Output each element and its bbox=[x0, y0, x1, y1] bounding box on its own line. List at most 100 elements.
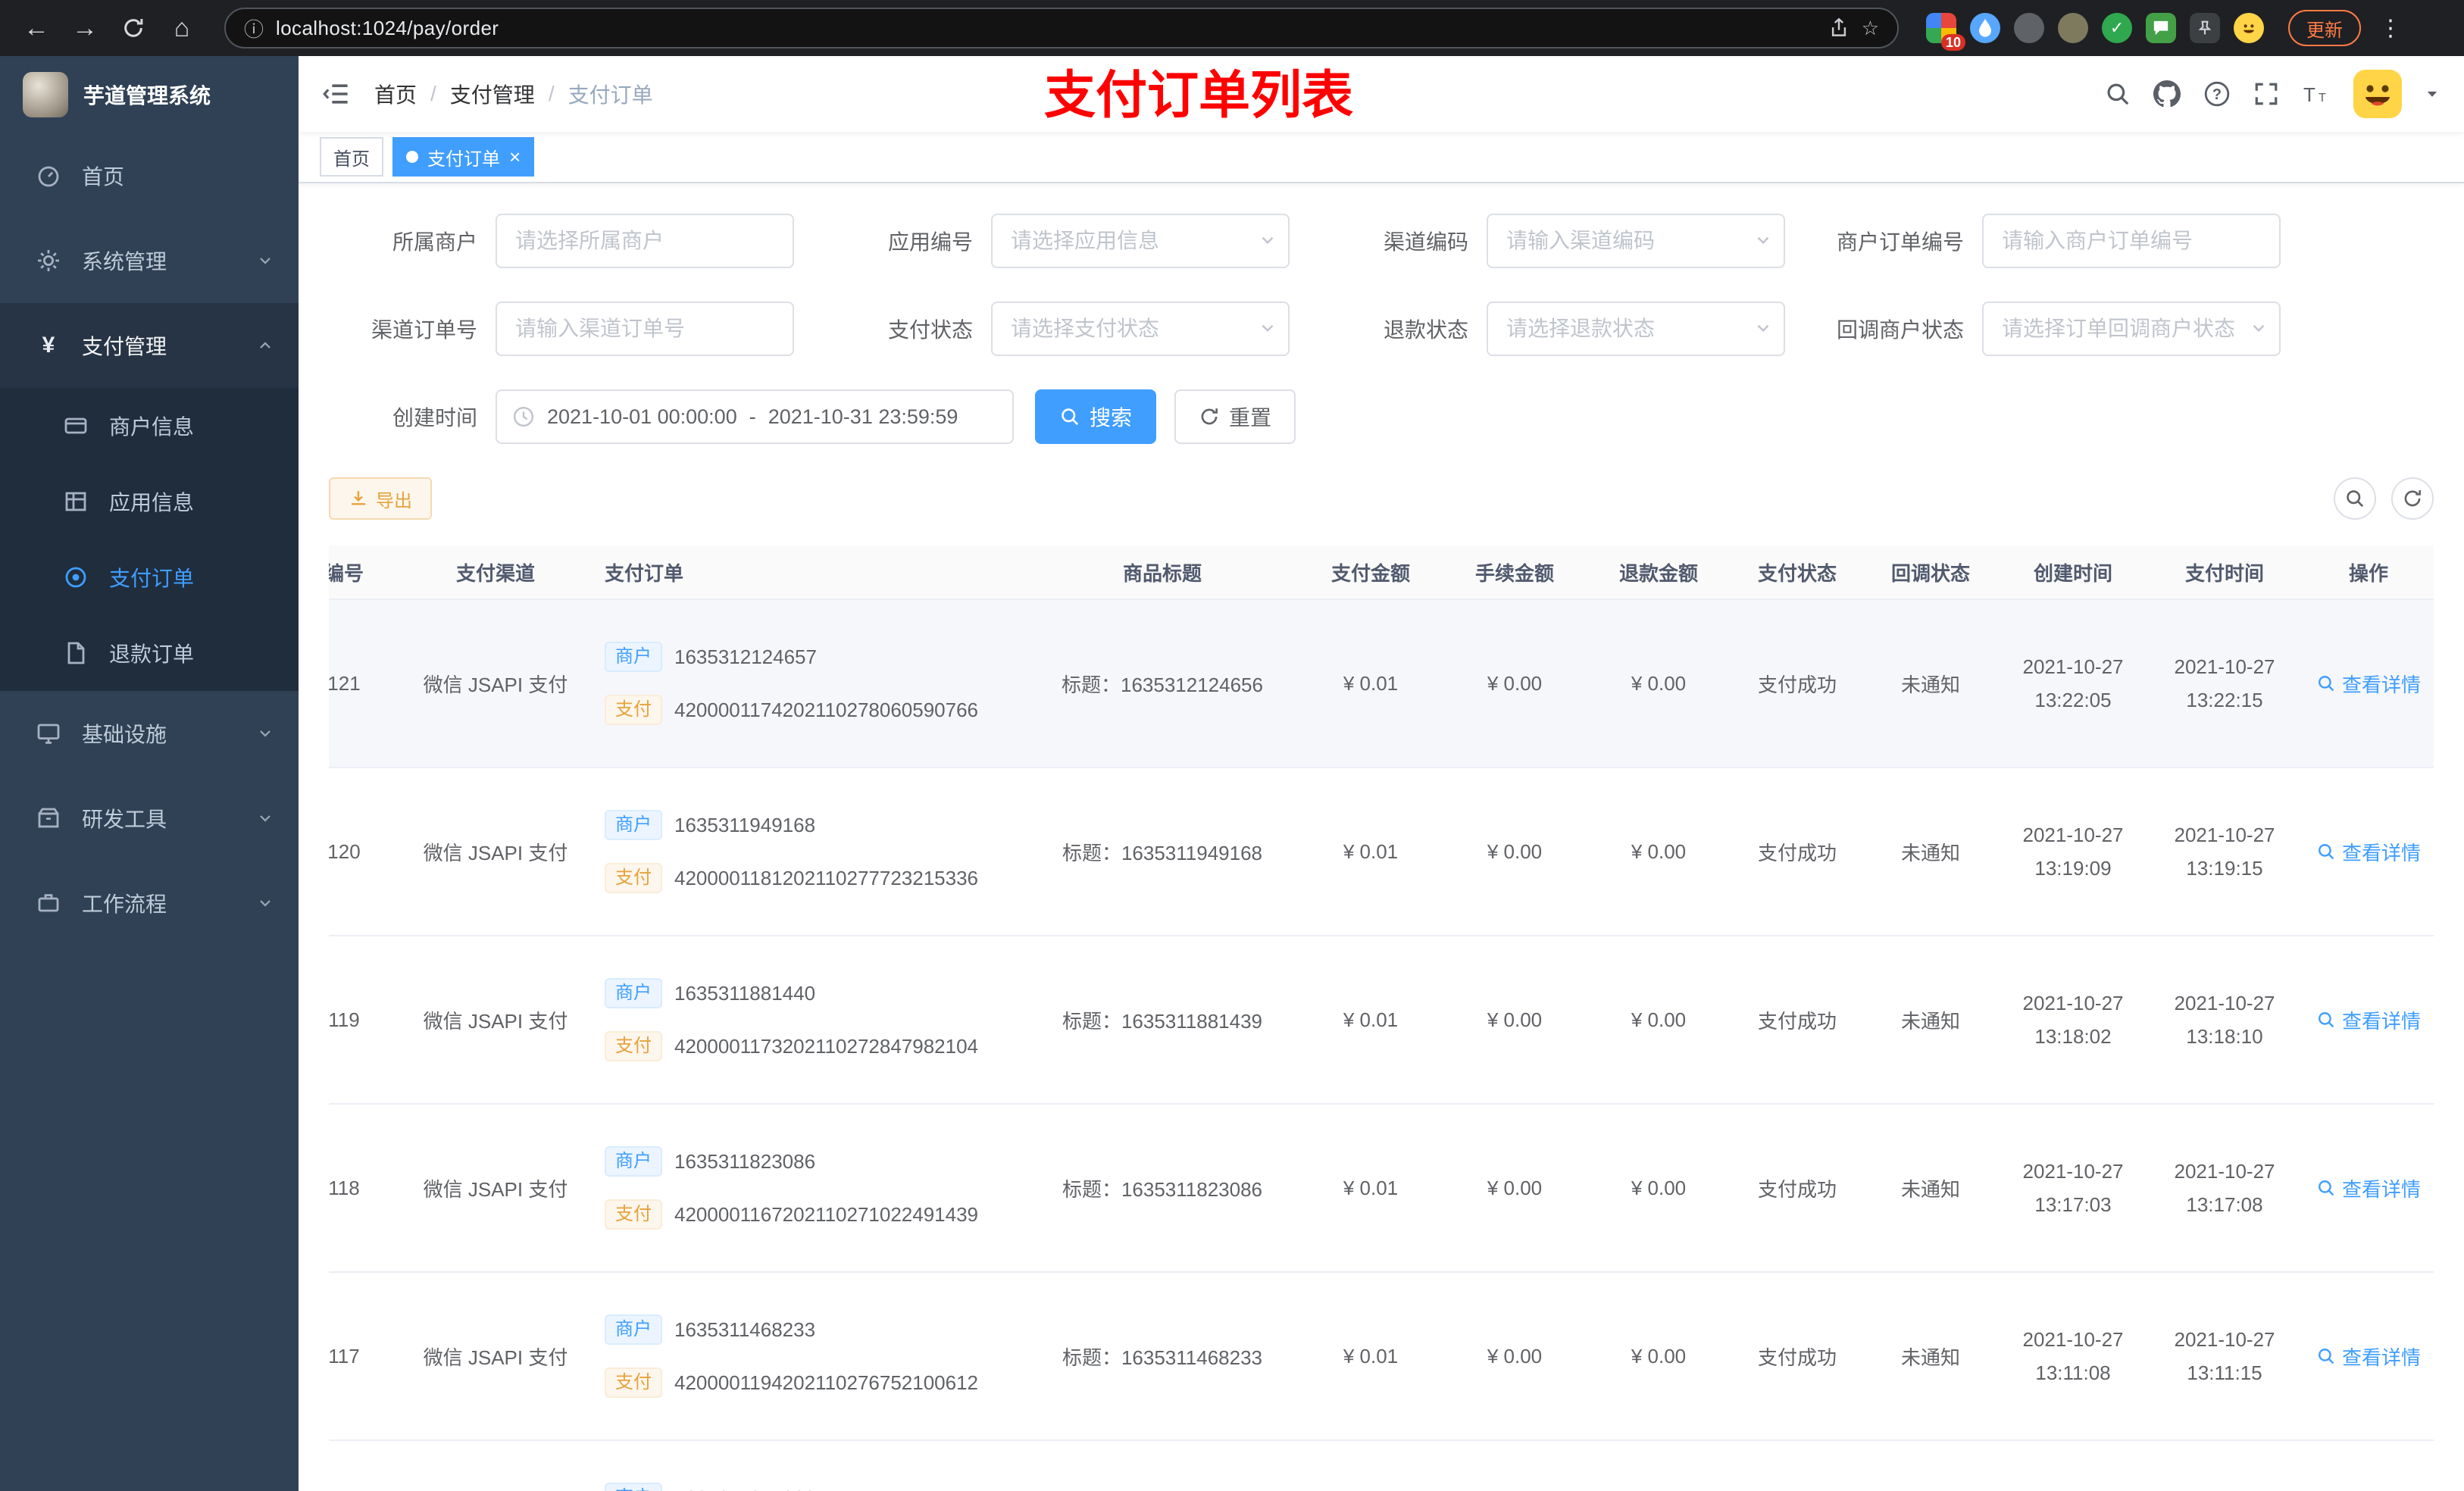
cell-title: 标题：1635312124656 bbox=[1062, 673, 1263, 696]
column-header-title: 商品标题 bbox=[1122, 561, 1202, 585]
sidebar-item-refund-order[interactable]: 退款订单 bbox=[0, 615, 299, 691]
filter-row-1: 所属商户 应用编号 渠道编码 商户订单编号 bbox=[329, 214, 2434, 268]
circle-dot-icon bbox=[61, 565, 91, 589]
browser-home-icon[interactable]: ⌂ bbox=[161, 7, 203, 49]
bookmark-star-icon[interactable]: ☆ bbox=[1862, 17, 1879, 40]
chat-extension-icon[interactable] bbox=[2146, 13, 2176, 43]
tab-close-icon[interactable]: × bbox=[509, 147, 521, 167]
logo-avatar bbox=[23, 72, 68, 117]
table-row: 商户 1635311357363 支付 查看详情 bbox=[329, 1441, 2434, 1491]
breadcrumb-home[interactable]: 首页 bbox=[374, 79, 417, 109]
main-panel: 首页 / 支付管理 / 支付订单 ? T T 支付订单列表 首页 支付订单 × … bbox=[299, 56, 2464, 1491]
cell-channel: 微信 JSAPI 支付 bbox=[423, 1009, 568, 1033]
cell-refund-amount: ¥ 0.00 bbox=[1631, 671, 1687, 695]
refund-status-select[interactable] bbox=[1487, 302, 1785, 356]
sidebar-item-pay[interactable]: ¥ 支付管理 bbox=[0, 303, 299, 388]
channel-order-no-input[interactable] bbox=[496, 302, 794, 356]
pin-extension-icon[interactable] bbox=[2190, 13, 2220, 43]
sidebar-item-merchant-info[interactable]: 商户信息 bbox=[0, 388, 299, 464]
column-header-id: 编号 bbox=[329, 561, 364, 585]
cell-create-time: 2021-10-27 13:17:03 bbox=[2022, 1160, 2124, 1216]
user-avatar[interactable] bbox=[2353, 70, 2402, 118]
orders-table: 编号 支付渠道 支付订单 商品标题 支付金额 手续金额 退款金额 支付状态 回调… bbox=[329, 545, 2434, 1491]
filter-create-time: 创建时间 2021-10-01 00:00:00 - 2021-10-31 23… bbox=[329, 389, 1014, 444]
merchant-input[interactable] bbox=[496, 214, 794, 268]
yen-icon: ¥ bbox=[42, 333, 55, 358]
export-button[interactable]: 导出 bbox=[329, 477, 432, 520]
merchant-order-no: 1635311881440 bbox=[674, 981, 816, 1005]
date-end[interactable]: 2021-10-31 23:59:59 bbox=[768, 405, 958, 429]
view-detail-link[interactable]: 查看详情 bbox=[2316, 1006, 2421, 1034]
colorful-extension-icon[interactable]: 10 bbox=[1926, 13, 1965, 51]
sidebar-item-label: 基础设施 bbox=[82, 723, 167, 746]
font-size-icon[interactable]: TT bbox=[2302, 81, 2331, 107]
sidebar-item-home[interactable]: 首页 bbox=[0, 133, 299, 218]
olive-extension-icon[interactable] bbox=[2058, 13, 2088, 43]
sidebar-item-workflow[interactable]: 工作流程 bbox=[0, 861, 299, 946]
filter-refund-status: 退款状态 bbox=[1320, 302, 1815, 356]
pay-status-select[interactable] bbox=[991, 302, 1290, 356]
channel-code-select[interactable] bbox=[1487, 214, 1785, 268]
cell-channel bbox=[405, 1441, 586, 1491]
cell-title bbox=[1026, 1441, 1299, 1491]
app-id-select[interactable] bbox=[991, 214, 1290, 268]
help-icon[interactable]: ? bbox=[2203, 80, 2231, 108]
view-detail-link[interactable]: 查看详情 bbox=[2316, 1174, 2421, 1202]
view-detail-link[interactable]: 查看详情 bbox=[2316, 670, 2421, 698]
search-button[interactable]: 搜索 bbox=[1035, 389, 1157, 444]
cell-order: 商户 1635311881440 支付 42000011732021102728… bbox=[586, 936, 1026, 1103]
filter-label: 渠道订单号 bbox=[371, 318, 477, 342]
search-icon[interactable] bbox=[2105, 81, 2131, 107]
merchant-order-no: 1635311949168 bbox=[674, 813, 816, 836]
cell-refund-amount: ¥ 0.00 bbox=[1631, 1008, 1687, 1031]
reset-button[interactable]: 重置 bbox=[1174, 389, 1296, 444]
sidebar-item-devtools[interactable]: 研发工具 bbox=[0, 776, 299, 861]
filter-label: 支付状态 bbox=[887, 318, 973, 342]
browser-back-icon[interactable]: ← bbox=[15, 7, 58, 49]
tab-home[interactable]: 首页 bbox=[320, 137, 383, 177]
github-icon[interactable] bbox=[2153, 80, 2181, 108]
page-content: 所属商户 应用编号 渠道编码 商户订单编号 bbox=[299, 183, 2464, 1491]
browser-forward-icon[interactable]: → bbox=[64, 7, 106, 49]
cell-notify: 未通知 bbox=[1900, 1177, 1960, 1201]
drop-extension-icon[interactable] bbox=[1970, 13, 2000, 43]
hamburger-icon[interactable] bbox=[323, 80, 350, 108]
toggle-search-button[interactable] bbox=[2334, 477, 2376, 520]
view-detail-link[interactable]: 查看详情 bbox=[2316, 838, 2421, 866]
date-range-input[interactable]: 2021-10-01 00:00:00 - 2021-10-31 23:59:5… bbox=[496, 389, 1014, 444]
cell-refund-amount: ¥ 0.00 bbox=[1631, 1344, 1687, 1368]
refresh-table-button[interactable] bbox=[2391, 477, 2434, 520]
url-text[interactable]: localhost:1024/pay/order bbox=[276, 17, 1816, 40]
cell-fee-amount: ¥ 0.00 bbox=[1487, 1344, 1543, 1368]
sidebar-item-pay-order[interactable]: 支付订单 bbox=[0, 539, 299, 615]
cell-status: 支付成功 bbox=[1757, 1177, 1837, 1201]
caret-down-icon[interactable] bbox=[2425, 86, 2440, 102]
date-start[interactable]: 2021-10-01 00:00:00 bbox=[547, 405, 737, 429]
sidebar-item-infra[interactable]: 基础设施 bbox=[0, 691, 299, 776]
notify-status-select[interactable] bbox=[1982, 302, 2281, 356]
sidebar-item-system[interactable]: 系统管理 bbox=[0, 218, 299, 303]
channel-order-no: 4200001173202110272847982104 bbox=[674, 1034, 979, 1058]
breadcrumb: 首页 / 支付管理 / 支付订单 bbox=[374, 79, 653, 109]
sidebar-item-app-info[interactable]: 应用信息 bbox=[0, 464, 299, 539]
address-bar[interactable]: ⓘ localhost:1024/pay/order ☆ bbox=[224, 8, 1899, 48]
gray-extension-icon[interactable] bbox=[2014, 13, 2044, 43]
table-row: 121 微信 JSAPI 支付 商户 1635312124657 支付 4200… bbox=[329, 600, 2434, 768]
merchant-order-no-input[interactable] bbox=[1982, 214, 2281, 268]
cell-actions: 查看详情 bbox=[2300, 936, 2434, 1103]
cell-id: 118 bbox=[329, 1176, 360, 1199]
tab-label: 首页 bbox=[333, 148, 370, 170]
browser-update-button[interactable]: 更新 bbox=[2288, 10, 2361, 46]
sidebar-logo: 芋道管理系统 bbox=[0, 56, 299, 133]
fullscreen-icon[interactable] bbox=[2253, 81, 2279, 107]
breadcrumb-pay[interactable]: 支付管理 bbox=[450, 79, 535, 109]
cell-order: 商户 1635311468233 支付 42000011942021102767… bbox=[586, 1273, 1026, 1439]
share-icon[interactable] bbox=[1828, 17, 1850, 39]
view-detail-link[interactable]: 查看详情 bbox=[2316, 1343, 2421, 1371]
check-extension-icon[interactable]: ✓ bbox=[2102, 13, 2132, 43]
site-info-icon[interactable]: ⓘ bbox=[244, 14, 264, 42]
face-extension-icon[interactable] bbox=[2234, 13, 2264, 43]
browser-menu-icon[interactable]: ⋮ bbox=[2379, 15, 2402, 42]
tab-pay-order[interactable]: 支付订单 × bbox=[392, 137, 535, 177]
browser-reload-icon[interactable] bbox=[112, 7, 155, 49]
